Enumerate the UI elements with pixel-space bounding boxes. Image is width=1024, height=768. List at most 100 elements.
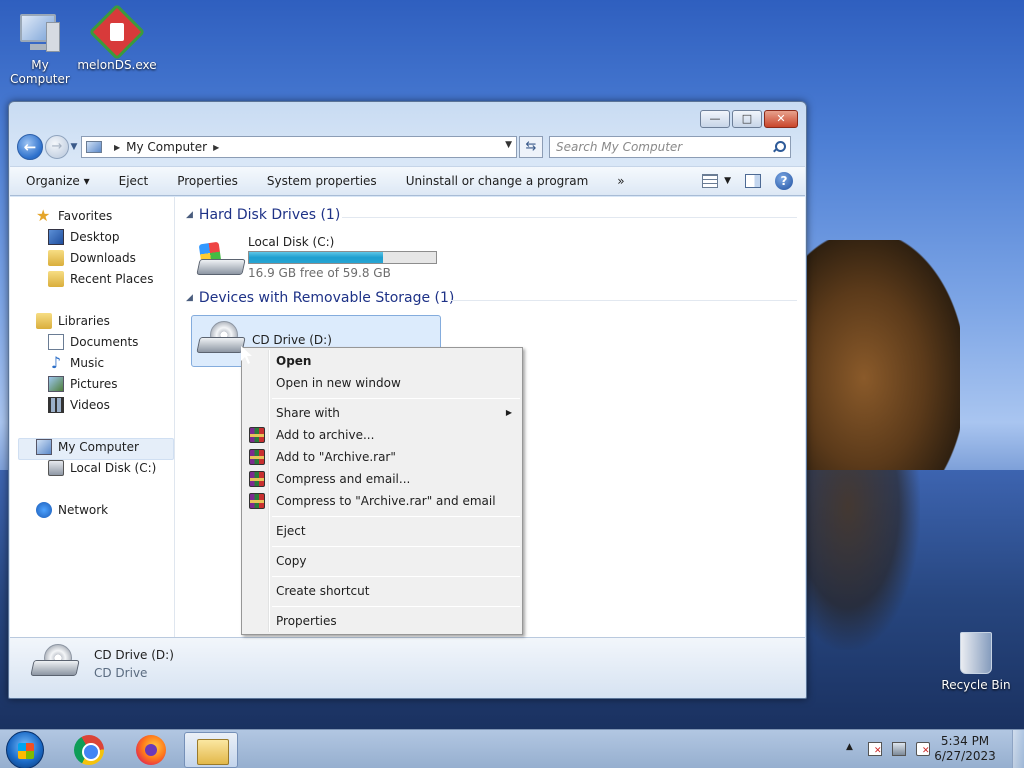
navigation-bar: ← → ▼ ▶ My Computer ▶ ▼ ⇆ Search My Comp… — [17, 133, 798, 161]
nav-item-favorites[interactable]: ★ Favorites — [36, 208, 112, 224]
group-header-hard-disk[interactable]: ◢ Hard Disk Drives (1) — [186, 207, 340, 223]
menu-item-eject[interactable]: Eject — [244, 520, 520, 542]
nav-label: Network — [58, 503, 109, 517]
menu-item-open-new-window[interactable]: Open in new window — [244, 372, 520, 394]
nav-item-downloads[interactable]: Downloads — [48, 250, 136, 266]
cd-drive-icon — [196, 321, 246, 355]
drive-free-space: 16.9 GB free of 59.8 GB — [248, 266, 391, 280]
menu-item-compress-email[interactable]: Compress and email... — [244, 468, 520, 490]
minimize-button[interactable]: — — [700, 110, 730, 128]
back-button[interactable]: ← — [17, 134, 43, 160]
taskbar: ▲ 5:34 PM 6/27/2023 — [0, 729, 1024, 768]
drive-name: Local Disk (C:) — [248, 235, 335, 249]
eject-button[interactable]: Eject — [119, 174, 149, 188]
desktop-icon-melonds[interactable]: melonDS.exe — [77, 3, 157, 72]
computer-icon — [16, 8, 64, 56]
nav-label: Downloads — [70, 251, 136, 265]
volume-muted-icon[interactable] — [916, 742, 930, 756]
show-desktop-button[interactable] — [1012, 730, 1024, 768]
help-icon[interactable]: ? — [775, 172, 793, 190]
nav-item-libraries[interactable]: Libraries — [36, 313, 110, 329]
preview-pane-icon[interactable] — [745, 174, 761, 188]
collapse-triangle-icon[interactable]: ◢ — [186, 293, 193, 303]
recent-pages-dropdown[interactable]: ▼ — [69, 142, 79, 152]
menu-item-create-shortcut[interactable]: Create shortcut — [244, 580, 520, 602]
nav-item-network[interactable]: Network — [36, 502, 108, 518]
menu-item-compress-rar-email[interactable]: Compress to "Archive.rar" and email — [244, 490, 520, 512]
nav-item-pictures[interactable]: Pictures — [48, 376, 118, 392]
drive-usage-fill — [249, 252, 384, 263]
uninstall-program-button[interactable]: Uninstall or change a program — [406, 174, 589, 188]
taskbar-explorer[interactable] — [184, 732, 238, 768]
details-name: CD Drive (D:) — [94, 648, 174, 662]
search-input[interactable]: Search My Computer — [549, 136, 791, 158]
drive-name: CD Drive (D:) — [252, 333, 332, 347]
group-header-removable[interactable]: ◢ Devices with Removable Storage (1) — [186, 290, 454, 306]
overflow-chevron-icon[interactable]: » — [617, 174, 624, 188]
menu-item-properties[interactable]: Properties — [244, 610, 520, 632]
taskbar-chrome[interactable] — [62, 732, 116, 768]
show-hidden-icons-icon[interactable]: ▲ — [846, 742, 853, 752]
network-tray-icon[interactable] — [892, 742, 906, 756]
chrome-icon — [74, 735, 104, 765]
cd-drive-icon — [30, 644, 80, 678]
nav-item-recent-places[interactable]: Recent Places — [48, 271, 153, 287]
desktop-icon-recycle-bin[interactable]: Recycle Bin — [936, 632, 1016, 692]
breadcrumb-chevron-icon[interactable]: ▶ — [213, 143, 219, 152]
menu-item-label: Share with — [276, 406, 340, 420]
film-strip-icon — [48, 397, 64, 413]
nav-item-videos[interactable]: Videos — [48, 397, 110, 413]
change-view-icon[interactable] — [702, 174, 719, 188]
winrar-icon — [249, 493, 265, 509]
nav-item-documents[interactable]: Documents — [48, 334, 138, 350]
documents-icon — [48, 334, 64, 350]
system-properties-button[interactable]: System properties — [267, 174, 377, 188]
breadcrumb-chevron-icon[interactable]: ▶ — [114, 143, 120, 152]
group-divider — [451, 300, 797, 301]
collapse-triangle-icon[interactable]: ◢ — [186, 210, 193, 220]
menu-item-share-with[interactable]: Share with ▶ — [244, 402, 520, 424]
menu-item-add-to-archive[interactable]: Add to archive... — [244, 424, 520, 446]
address-bar[interactable]: ▶ My Computer ▶ ▼ — [81, 136, 517, 158]
action-center-flag-icon[interactable] — [868, 742, 882, 756]
views-dropdown-icon[interactable]: ▼ — [724, 176, 731, 186]
desktop-icon-my-computer[interactable]: My Computer — [0, 8, 80, 86]
clock[interactable]: 5:34 PM 6/27/2023 — [930, 734, 1000, 764]
menu-item-copy[interactable]: Copy — [244, 550, 520, 572]
forward-button[interactable]: → — [45, 135, 69, 159]
winrar-icon — [249, 471, 265, 487]
menu-item-label: Compress and email... — [276, 472, 411, 486]
computer-icon — [36, 439, 52, 455]
nav-item-my-computer[interactable]: My Computer — [36, 439, 139, 455]
nav-item-local-disk[interactable]: Local Disk (C:) — [48, 460, 156, 476]
search-icon[interactable] — [772, 141, 786, 153]
nav-item-music[interactable]: ♪ Music — [48, 355, 104, 371]
menu-item-label: Compress to "Archive.rar" and email — [276, 494, 496, 508]
properties-button[interactable]: Properties — [177, 174, 238, 188]
taskbar-firefox[interactable] — [124, 732, 178, 768]
network-icon — [36, 502, 52, 518]
command-bar: Organize ▾ Eject Properties System prope… — [10, 166, 805, 196]
close-button[interactable]: ✕ — [764, 110, 798, 128]
organize-button[interactable]: Organize ▾ — [26, 174, 90, 188]
search-placeholder: Search My Computer — [556, 140, 683, 154]
menu-item-add-to-archive-rar[interactable]: Add to "Archive.rar" — [244, 446, 520, 468]
breadcrumb-my-computer[interactable]: My Computer — [126, 140, 207, 154]
folder-icon — [197, 739, 229, 765]
context-menu: Open Open in new window Share with ▶ Add… — [241, 347, 523, 635]
address-dropdown-icon[interactable]: ▼ — [505, 140, 512, 150]
details-type: CD Drive — [94, 666, 148, 680]
drive-tile-c[interactable]: Local Disk (C:) 16.9 GB free of 59.8 GB — [196, 233, 446, 283]
menu-separator — [272, 606, 520, 607]
nav-label: Local Disk (C:) — [70, 461, 157, 475]
navigation-pane: ★ Favorites Desktop Downloads Recent Pla… — [10, 197, 175, 639]
menu-item-open[interactable]: Open — [244, 350, 520, 372]
desktop-icon-label: Recycle Bin — [941, 678, 1011, 692]
refresh-button[interactable]: ⇆ — [519, 136, 543, 158]
group-header-label: Hard Disk Drives (1) — [198, 207, 341, 223]
start-button[interactable] — [6, 731, 44, 768]
nav-label: My Computer — [58, 440, 139, 454]
maximize-button[interactable]: □ — [732, 110, 762, 128]
caption-buttons: — □ ✕ — [700, 110, 798, 128]
nav-item-desktop[interactable]: Desktop — [48, 229, 120, 245]
